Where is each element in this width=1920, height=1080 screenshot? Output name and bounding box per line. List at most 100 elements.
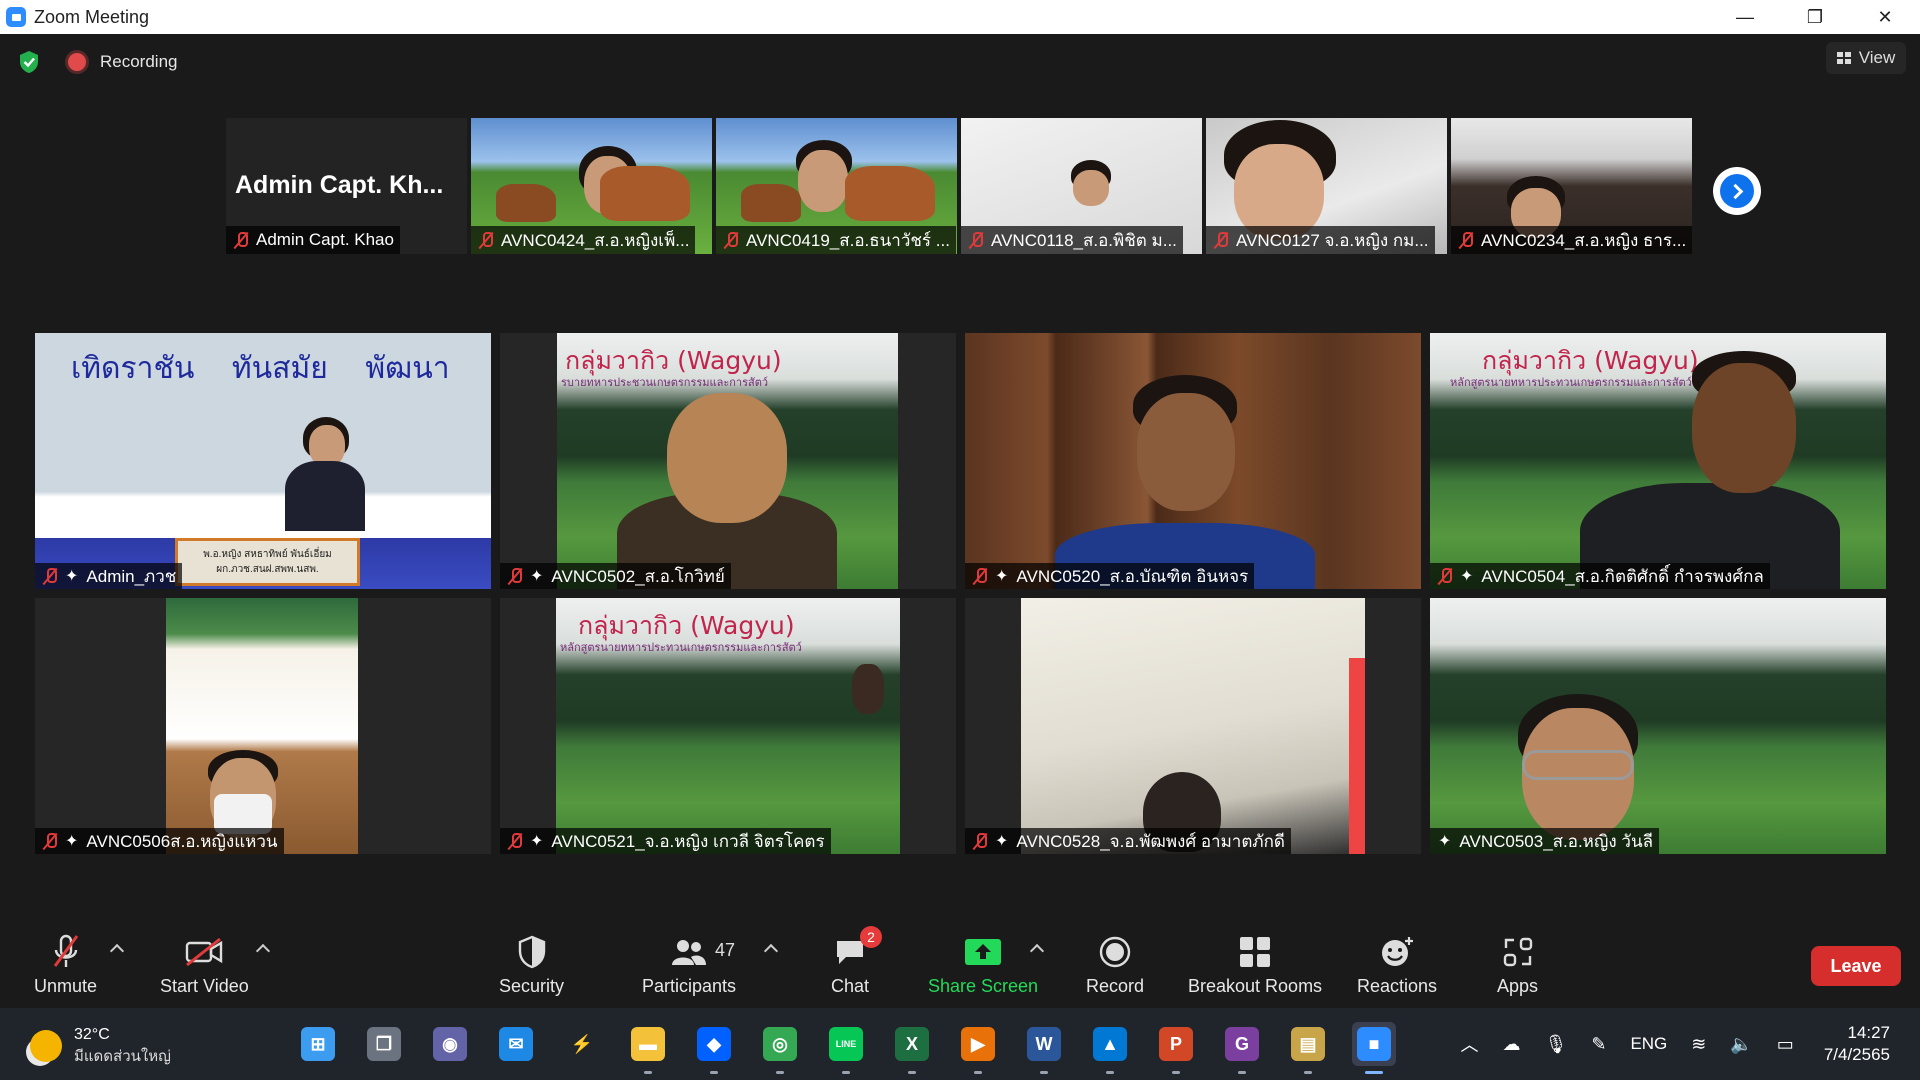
participant-label: ✦ AVNC0504_ส.อ.กิตติศักดิ์ กำจรพงศ์กล xyxy=(1430,563,1770,589)
teams-chat-taskbar-icon[interactable]: ◉ xyxy=(428,1022,472,1066)
windows-start-taskbar-icon[interactable]: ⊞ xyxy=(296,1022,340,1066)
unmute-button[interactable]: Unmute xyxy=(34,934,97,997)
nameplate-line-2: ผก.ภวช.สนฝ.สพพ.นสพ. xyxy=(216,564,319,575)
breakout-rooms-button[interactable]: Breakout Rooms xyxy=(1188,934,1322,997)
line-taskbar-icon[interactable]: LINE xyxy=(824,1022,868,1074)
onedrive-cloud-icon[interactable]: ☁ xyxy=(1502,1034,1520,1055)
word-taskbar-icon[interactable]: W xyxy=(1022,1022,1066,1074)
filmstrip-tile[interactable]: AVNC0234_ส.อ.หญิง ธาร... xyxy=(1451,118,1692,254)
participants-options-caret-icon[interactable] xyxy=(763,943,779,959)
participant-label: AVNC0424_ส.อ.หญิงเพ็... xyxy=(471,226,696,254)
participants-button[interactable]: 47 Participants xyxy=(642,934,736,997)
gallery-tile[interactable]: ✦ AVNC0503_ส.อ.หญิง วันลี xyxy=(1430,598,1886,854)
pin-icon: ✦ xyxy=(1438,833,1452,850)
participant-name: AVNC0520_ส.อ.บัณฑิต อินหจร xyxy=(1016,566,1249,586)
excel-taskbar-icon[interactable]: X xyxy=(890,1022,934,1074)
clock-date: 7/4/2565 xyxy=(1823,1045,1890,1064)
reactions-button[interactable]: Reactions xyxy=(1357,934,1437,997)
recording-dot-icon xyxy=(68,53,86,71)
audio-options-caret-icon[interactable] xyxy=(109,943,125,959)
photos-taskbar-icon[interactable]: ▲ xyxy=(1088,1022,1132,1074)
participant-name: AVNC0419_ส.อ.ธนาวัชร์ ... xyxy=(746,230,950,250)
video-options-caret-icon[interactable] xyxy=(255,943,271,959)
gallery-tile[interactable]: ✦ AVNC0520_ส.อ.บัณฑิต อินหจร xyxy=(965,333,1421,589)
microphone-icon[interactable]: 🎙 xyxy=(1544,1034,1567,1055)
apps-button[interactable]: Apps xyxy=(1497,934,1538,997)
filmstrip-tile[interactable]: AVNC0127 จ.อ.หญิง กม... xyxy=(1206,118,1447,254)
input-language[interactable]: ENG xyxy=(1630,1034,1667,1054)
participants-count: 47 xyxy=(715,940,736,960)
backdrop-subtitle: หลักสูตรนายทหารประทวนเกษตรกรรมและการสัตว… xyxy=(1450,376,1692,389)
winamp-taskbar-icon[interactable]: ⚡ xyxy=(560,1022,604,1066)
gallery-tile[interactable]: กลุ่มวากิว (Wagyu) หลักสูตรนายทหารประทวน… xyxy=(1430,333,1886,589)
gallery-tile[interactable]: กลุ่มวากิว (Wagyu) รบายทหารประชวนเกษตรกร… xyxy=(500,333,956,589)
participant-name: Admin Capt. Khao xyxy=(256,230,394,249)
participant-label: AVNC0419_ส.อ.ธนาวัชร์ ... xyxy=(716,226,956,254)
muted-mic-icon xyxy=(973,567,987,585)
chrome-taskbar-icon[interactable]: ◎ xyxy=(758,1022,802,1074)
filmstrip: Admin Capt. Kh... Admin Capt. Khao AVNC0… xyxy=(226,118,1692,254)
weather-widget[interactable]: 32°C มีแดดส่วนใหญ่ xyxy=(30,1024,171,1068)
muted-mic-icon xyxy=(234,231,248,249)
pdf-reader-taskbar-icon[interactable]: G xyxy=(1220,1022,1264,1074)
participants-icon xyxy=(672,940,707,965)
show-hidden-icons-chevron-icon[interactable]: ︿ xyxy=(1460,1031,1478,1057)
volume-icon[interactable]: 🔈 xyxy=(1730,1034,1752,1055)
encryption-shield-icon[interactable] xyxy=(18,50,40,74)
image-viewer-taskbar-icon[interactable]: ▤ xyxy=(1286,1022,1330,1074)
battery-icon[interactable]: ▭ xyxy=(1777,1034,1794,1055)
start-video-button[interactable]: Start Video xyxy=(160,934,249,997)
muted-mic-icon xyxy=(43,832,57,850)
zoom-app-icon xyxy=(6,7,26,27)
chat-button[interactable]: 2 Chat xyxy=(831,926,883,997)
record-icon xyxy=(1099,936,1131,968)
gallery-tile[interactable]: ✦ AVNC0506ส.อ.หญิงแหวน xyxy=(35,598,491,854)
mail-taskbar-icon[interactable]: ✉ xyxy=(494,1022,538,1066)
file-explorer-taskbar-icon[interactable]: ▬ xyxy=(626,1022,670,1074)
leave-button[interactable]: Leave xyxy=(1811,946,1901,986)
powerpoint-taskbar-icon[interactable]: P xyxy=(1154,1022,1198,1074)
backdrop-text: เทิดราชัน ทันสมัย พัฒนา xyxy=(71,351,450,386)
minimize-button[interactable]: — xyxy=(1710,0,1780,34)
filmstrip-next-button[interactable] xyxy=(1713,167,1761,215)
gallery-tile[interactable]: เทิดราชัน ทันสมัย พัฒนา พ.อ.หญิง สหธาทิพ… xyxy=(35,333,491,589)
participants-label: Participants xyxy=(642,976,737,996)
close-button[interactable]: ✕ xyxy=(1850,0,1920,34)
muted-mic-icon xyxy=(1214,231,1228,249)
participant-name: AVNC0118_ส.อ.พิชิต ม... xyxy=(991,230,1177,250)
gallery-tile[interactable]: ✦ AVNC0528_จ.อ.พัฒพงศ์ อามาตภักดี xyxy=(965,598,1421,854)
filmstrip-tile[interactable]: Admin Capt. Kh... Admin Capt. Khao xyxy=(226,118,467,254)
participant-label: AVNC0127 จ.อ.หญิง กม... xyxy=(1206,226,1435,254)
wifi-icon[interactable]: ≋ xyxy=(1691,1034,1706,1055)
muted-mic-icon xyxy=(53,934,78,967)
view-button[interactable]: View xyxy=(1826,42,1906,74)
security-button[interactable]: Security xyxy=(499,934,564,997)
start-video-label: Start Video xyxy=(160,976,249,996)
apps-icon xyxy=(1503,937,1532,967)
video-player-taskbar-icon[interactable]: ▶ xyxy=(956,1022,1000,1074)
gallery-tile[interactable]: กลุ่มวากิว (Wagyu) หลักสูตรนายทหารประทวน… xyxy=(500,598,956,854)
taskbar-clock[interactable]: 14:27 7/4/2565 xyxy=(1824,1022,1890,1066)
record-button[interactable]: Record xyxy=(1086,934,1144,997)
muted-mic-icon xyxy=(508,567,522,585)
participant-label: AVNC0234_ส.อ.หญิง ธาร... xyxy=(1451,226,1692,254)
meeting-toolbar: Unmute Start Video Security 47 Participa… xyxy=(0,914,1920,1008)
zoom-taskbar-icon[interactable]: ■ xyxy=(1352,1022,1396,1074)
filmstrip-tile[interactable]: AVNC0424_ส.อ.หญิงเพ็... xyxy=(471,118,712,254)
recording-indicator[interactable]: Recording xyxy=(68,52,178,72)
breakout-rooms-label: Breakout Rooms xyxy=(1188,976,1323,996)
participant-name: AVNC0424_ส.อ.หญิงเพ็... xyxy=(501,230,690,250)
dropbox-taskbar-icon[interactable]: ◆ xyxy=(692,1022,736,1074)
filmstrip-tile[interactable]: AVNC0118_ส.อ.พิชิต ม... xyxy=(961,118,1202,254)
pen-icon[interactable]: ✎ xyxy=(1591,1034,1606,1055)
muted-mic-icon xyxy=(969,231,983,249)
backdrop-subtitle: หลักสูตรนายทหารประทวนเกษตรกรรมและการสัตว… xyxy=(560,641,802,654)
filmstrip-tile[interactable]: AVNC0419_ส.อ.ธนาวัชร์ ... xyxy=(716,118,957,254)
window-titlebar: Zoom Meeting — ❐ ✕ xyxy=(0,0,1920,34)
pin-icon: ✦ xyxy=(65,833,79,850)
chevron-right-icon xyxy=(1727,183,1743,199)
task-view-taskbar-icon[interactable]: ❐ xyxy=(362,1022,406,1066)
share-screen-button[interactable]: Share Screen xyxy=(928,934,1038,997)
taskbar-apps: ⊞ ❐ ◉ ✉ ⚡ ▬ ◆ ◎ LINE X ▶ W ▲ P G ▤ ■ xyxy=(296,1022,1396,1074)
maximize-button[interactable]: ❐ xyxy=(1780,0,1850,34)
